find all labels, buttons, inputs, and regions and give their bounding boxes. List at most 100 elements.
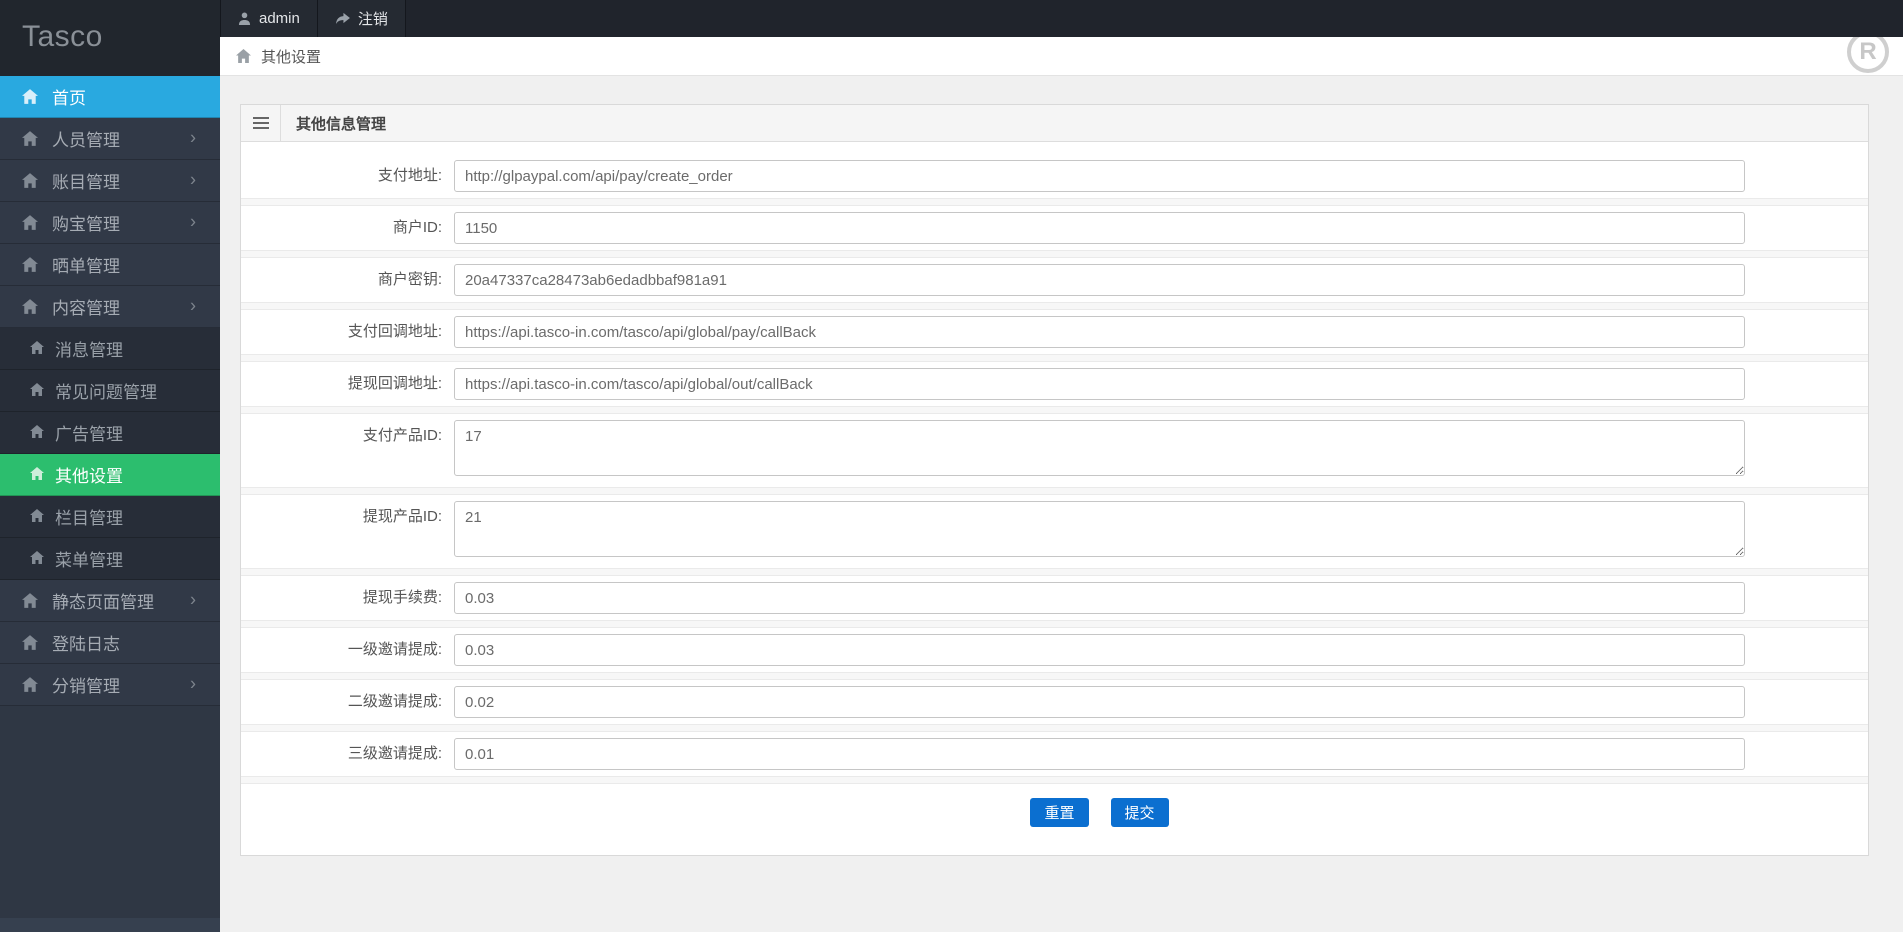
sidebar-item-label: 分销管理 <box>52 677 120 696</box>
row-separator <box>241 672 1868 680</box>
withdraw-product-id-textarea[interactable]: 21 <box>454 501 1745 557</box>
chevron-right-icon: › <box>190 673 196 694</box>
panel-header: 其他信息管理 <box>241 105 1868 142</box>
sidebar-item-login-logs[interactable]: 登陆日志 <box>0 622 220 664</box>
chevron-right-icon: › <box>190 169 196 190</box>
pay-product-id-textarea[interactable]: 17 <box>454 420 1745 476</box>
home-icon <box>22 257 38 272</box>
sidebar-subitem-columns[interactable]: 栏目管理 <box>0 496 220 538</box>
sidebar-item-label: 广告管理 <box>55 425 123 444</box>
chevron-right-icon: › <box>190 295 196 316</box>
main-content: 其他信息管理 支付地址: 商户ID: 商户密钥: 支付回调地址: <box>220 76 1903 932</box>
field-label: 商户密钥: <box>377 271 442 288</box>
field-label: 支付地址: <box>377 167 442 184</box>
field-label: 支付产品ID: <box>362 427 442 444</box>
sidebar-item-home[interactable]: 首页 <box>0 76 220 118</box>
sidebar-item-label: 常见问题管理 <box>55 383 157 402</box>
form-row: 商户密钥: <box>241 258 1868 302</box>
level2-commission-input[interactable] <box>454 686 1745 718</box>
row-separator <box>241 776 1868 784</box>
sidebar-subitem-other-settings[interactable]: 其他设置 <box>0 454 220 496</box>
home-icon <box>22 131 38 146</box>
sidebar-item-label: 内容管理 <box>52 299 120 318</box>
home-icon <box>22 173 38 188</box>
logout-label: 注销 <box>357 11 388 28</box>
home-icon <box>22 299 38 314</box>
chevron-right-icon: › <box>190 211 196 232</box>
row-separator <box>241 406 1868 414</box>
username: admin <box>259 10 300 27</box>
chevron-right-icon: › <box>190 127 196 148</box>
form-row: 提现产品ID: 21 <box>241 495 1868 568</box>
form-row: 提现手续费: <box>241 576 1868 620</box>
row-separator <box>241 568 1868 576</box>
row-separator <box>241 354 1868 362</box>
form-row: 一级邀请提成: <box>241 628 1868 672</box>
field-label: 三级邀请提成: <box>347 745 442 762</box>
breadcrumb: 其他设置 R <box>220 37 1903 76</box>
withdraw-callback-input[interactable] <box>454 368 1745 400</box>
sidebar-item-label: 消息管理 <box>55 341 123 360</box>
settings-panel: 其他信息管理 支付地址: 商户ID: 商户密钥: 支付回调地址: <box>240 104 1869 856</box>
pay-callback-input[interactable] <box>454 316 1745 348</box>
logout-button[interactable]: 注销 <box>317 0 406 37</box>
home-icon <box>236 49 251 63</box>
field-label: 提现产品ID: <box>362 508 442 525</box>
breadcrumb-title: 其他设置 <box>261 48 322 66</box>
sidebar-item-purchase[interactable]: 购宝管理 › <box>0 202 220 244</box>
reset-button[interactable]: 重置 <box>1030 798 1089 827</box>
sidebar-item-label: 登陆日志 <box>52 635 120 654</box>
pay-address-input[interactable] <box>454 160 1745 192</box>
home-icon <box>30 425 44 440</box>
sidebar-item-share-orders[interactable]: 晒单管理 <box>0 244 220 286</box>
row-separator <box>241 487 1868 495</box>
form-row: 支付地址: <box>241 154 1868 198</box>
form-row: 二级邀请提成: <box>241 680 1868 724</box>
sidebar-item-label: 账目管理 <box>52 173 120 192</box>
level3-commission-input[interactable] <box>454 738 1745 770</box>
home-icon <box>22 215 38 230</box>
field-label: 提现手续费: <box>362 589 442 606</box>
sidebar-subitem-messages[interactable]: 消息管理 <box>0 328 220 370</box>
sidebar-item-content[interactable]: 内容管理 › <box>0 286 220 328</box>
merchant-id-input[interactable] <box>454 212 1745 244</box>
field-label: 二级邀请提成: <box>347 693 442 710</box>
home-icon <box>30 551 44 566</box>
hamburger-icon <box>252 117 269 129</box>
sidebar-item-static-pages[interactable]: 静态页面管理 › <box>0 580 220 622</box>
form-row: 提现回调地址: <box>241 362 1868 406</box>
field-label: 提现回调地址: <box>347 375 442 392</box>
sidebar-subitem-menus[interactable]: 菜单管理 <box>0 538 220 580</box>
form-row: 三级邀请提成: <box>241 732 1868 776</box>
sidebar-item-label: 其他设置 <box>55 467 123 486</box>
sidebar-subitem-faq[interactable]: 常见问题管理 <box>0 370 220 412</box>
home-icon <box>22 89 38 104</box>
topbar: admin 注销 <box>220 0 1903 37</box>
sidebar-item-label: 购宝管理 <box>52 215 120 234</box>
home-icon <box>22 677 38 692</box>
settings-form: 支付地址: 商户ID: 商户密钥: 支付回调地址: 提现回调地址: <box>241 142 1868 855</box>
field-label: 一级邀请提成: <box>347 641 442 658</box>
home-icon <box>30 341 44 356</box>
sidebar-subitem-ads[interactable]: 广告管理 <box>0 412 220 454</box>
field-label: 商户ID: <box>392 219 442 236</box>
level1-commission-input[interactable] <box>454 634 1745 666</box>
collapse-button[interactable] <box>241 105 281 141</box>
form-row: 支付回调地址: <box>241 310 1868 354</box>
submit-button[interactable]: 提交 <box>1110 798 1169 827</box>
home-icon <box>30 383 44 398</box>
sidebar-item-label: 晒单管理 <box>52 257 120 276</box>
row-separator <box>241 620 1868 628</box>
sidebar-item-label: 栏目管理 <box>55 509 123 528</box>
logout-icon <box>335 12 350 25</box>
user-menu[interactable]: admin <box>220 0 318 37</box>
sidebar-item-label: 静态页面管理 <box>52 593 154 612</box>
chevron-right-icon: › <box>190 589 196 610</box>
sidebar-item-personnel[interactable]: 人员管理 › <box>0 118 220 160</box>
withdraw-fee-input[interactable] <box>454 582 1745 614</box>
merchant-key-input[interactable] <box>454 264 1745 296</box>
sidebar-item-accounts[interactable]: 账目管理 › <box>0 160 220 202</box>
sidebar-item-distribution[interactable]: 分销管理 › <box>0 664 220 706</box>
row-separator <box>241 250 1868 258</box>
registered-mark-icon: R <box>1847 37 1889 73</box>
